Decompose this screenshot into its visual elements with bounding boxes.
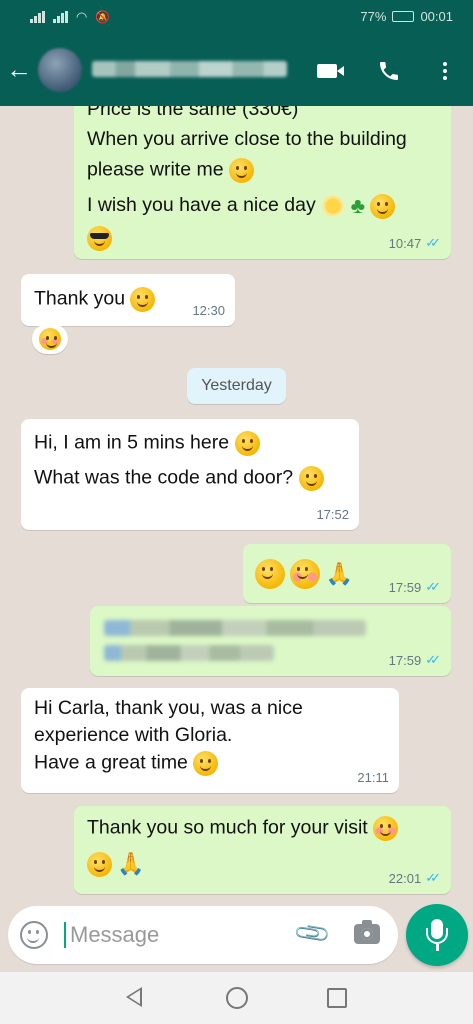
smile-emoji-icon (228, 158, 254, 183)
message-text: please write me (87, 158, 254, 183)
message-text: What was the code and door? (34, 466, 294, 489)
sunglasses-emoji-icon (87, 226, 112, 251)
message-meta: 17:52 (316, 507, 349, 522)
message-meta: 17:59 ✓✓ (389, 652, 441, 668)
wifi-icon: ◠ (76, 9, 88, 24)
smile-emoji-icon (193, 751, 219, 776)
smile-emoji-icon (130, 287, 156, 312)
message-input[interactable] (70, 918, 280, 952)
chat-area[interactable]: Price is the same (330€) When you arrive… (0, 106, 473, 902)
video-camera-icon[interactable] (312, 56, 344, 86)
paperclip-icon[interactable]: 📎 (292, 914, 333, 954)
message-text: I wish you have a nice day ♣ (87, 193, 396, 219)
message-text: Hi, I am in 5 mins here (34, 431, 230, 454)
camera-icon[interactable] (354, 920, 380, 944)
date-divider: Yesterday (187, 368, 286, 404)
arrow-left-icon[interactable]: ← (6, 54, 32, 84)
nav-back-icon[interactable] (126, 987, 142, 1007)
message-bubble-in[interactable]: Thank you 12:30 (21, 274, 235, 326)
system-nav-bar (0, 972, 473, 1024)
blurred-text (104, 620, 366, 636)
read-ticks-icon: ✓✓ (425, 870, 441, 885)
message-meta: 17:59 ✓✓ (389, 579, 441, 595)
nav-home-icon[interactable] (226, 987, 248, 1009)
message-bubble-out[interactable]: 17:59 ✓✓ (90, 606, 451, 676)
signal-icon-2 (53, 11, 68, 23)
message-text: Hi Carla, thank you, was a nice (34, 697, 303, 719)
status-icons-left: ◠ 🔕 (30, 9, 110, 25)
blush-emoji-icon (290, 559, 321, 589)
message-text: Thank you (34, 287, 126, 310)
text-caret (64, 922, 66, 948)
blush-emoji-icon (39, 328, 61, 350)
contact-name[interactable] (92, 61, 287, 77)
battery-text: 77% (360, 9, 387, 24)
avatar[interactable] (38, 48, 82, 92)
nav-recents-icon[interactable] (327, 988, 347, 1008)
message-meta: 12:30 (192, 303, 225, 318)
read-ticks-icon: ✓✓ (425, 235, 441, 250)
clover-emoji-icon: ♣ (350, 193, 365, 218)
composer: 📎 (8, 906, 398, 964)
read-ticks-icon: ✓✓ (425, 579, 441, 594)
reaction-badge[interactable] (32, 324, 68, 354)
message-bubble-out[interactable]: Price is the same (330€) When you arrive… (74, 106, 451, 259)
message-bubble-in[interactable]: Hi Carla, thank you, was a nice experien… (21, 688, 399, 793)
battery-icon (392, 11, 415, 22)
message-bubble-in[interactable]: Hi, I am in 5 mins here What was the cod… (21, 419, 359, 530)
message-meta: 21:11 (357, 770, 389, 785)
smile-emoji-icon (298, 466, 324, 491)
status-bar: ◠ 🔕 77% 00:01 (0, 0, 473, 34)
message-text: Thank you so much for your visit (87, 816, 368, 839)
mute-icon: 🔕 (95, 10, 111, 24)
smile-emoji-icon (234, 431, 260, 456)
hugging-emoji-icon (370, 193, 396, 219)
message-text: experience with Gloria. (34, 724, 233, 746)
message-meta: 22:01 ✓✓ (389, 870, 441, 886)
smile-emoji-icon (255, 559, 285, 589)
mic-button[interactable] (406, 904, 468, 966)
blush-emoji-icon (373, 816, 399, 841)
message-bubble-out[interactable]: Thank you so much for your visit 🙏 22:01… (74, 806, 451, 894)
blurred-text (104, 645, 274, 661)
message-text: Price is the same (330€) (87, 106, 299, 120)
signal-icon (30, 11, 45, 23)
message-bubble-out[interactable]: 🙏 17:59 ✓✓ (243, 544, 451, 603)
emoji-icon[interactable] (20, 921, 48, 949)
folded-hands-emoji-icon: 🙏 (325, 561, 354, 586)
status-icons-right: 77% 00:01 (360, 9, 453, 24)
chat-header: ← (0, 34, 473, 106)
message-text: When you arrive close to the building (87, 128, 407, 150)
more-vert-icon[interactable] (430, 56, 460, 86)
clock: 00:01 (420, 9, 453, 24)
sun-emoji-icon (321, 194, 346, 218)
read-ticks-icon: ✓✓ (425, 652, 441, 667)
hugging-emoji-icon (87, 851, 112, 877)
message-meta: 10:47 ✓✓ (389, 235, 441, 251)
message-text: Have a great time (34, 751, 188, 774)
folded-hands-emoji-icon: 🙏 (117, 851, 145, 876)
phone-icon[interactable] (374, 56, 404, 86)
